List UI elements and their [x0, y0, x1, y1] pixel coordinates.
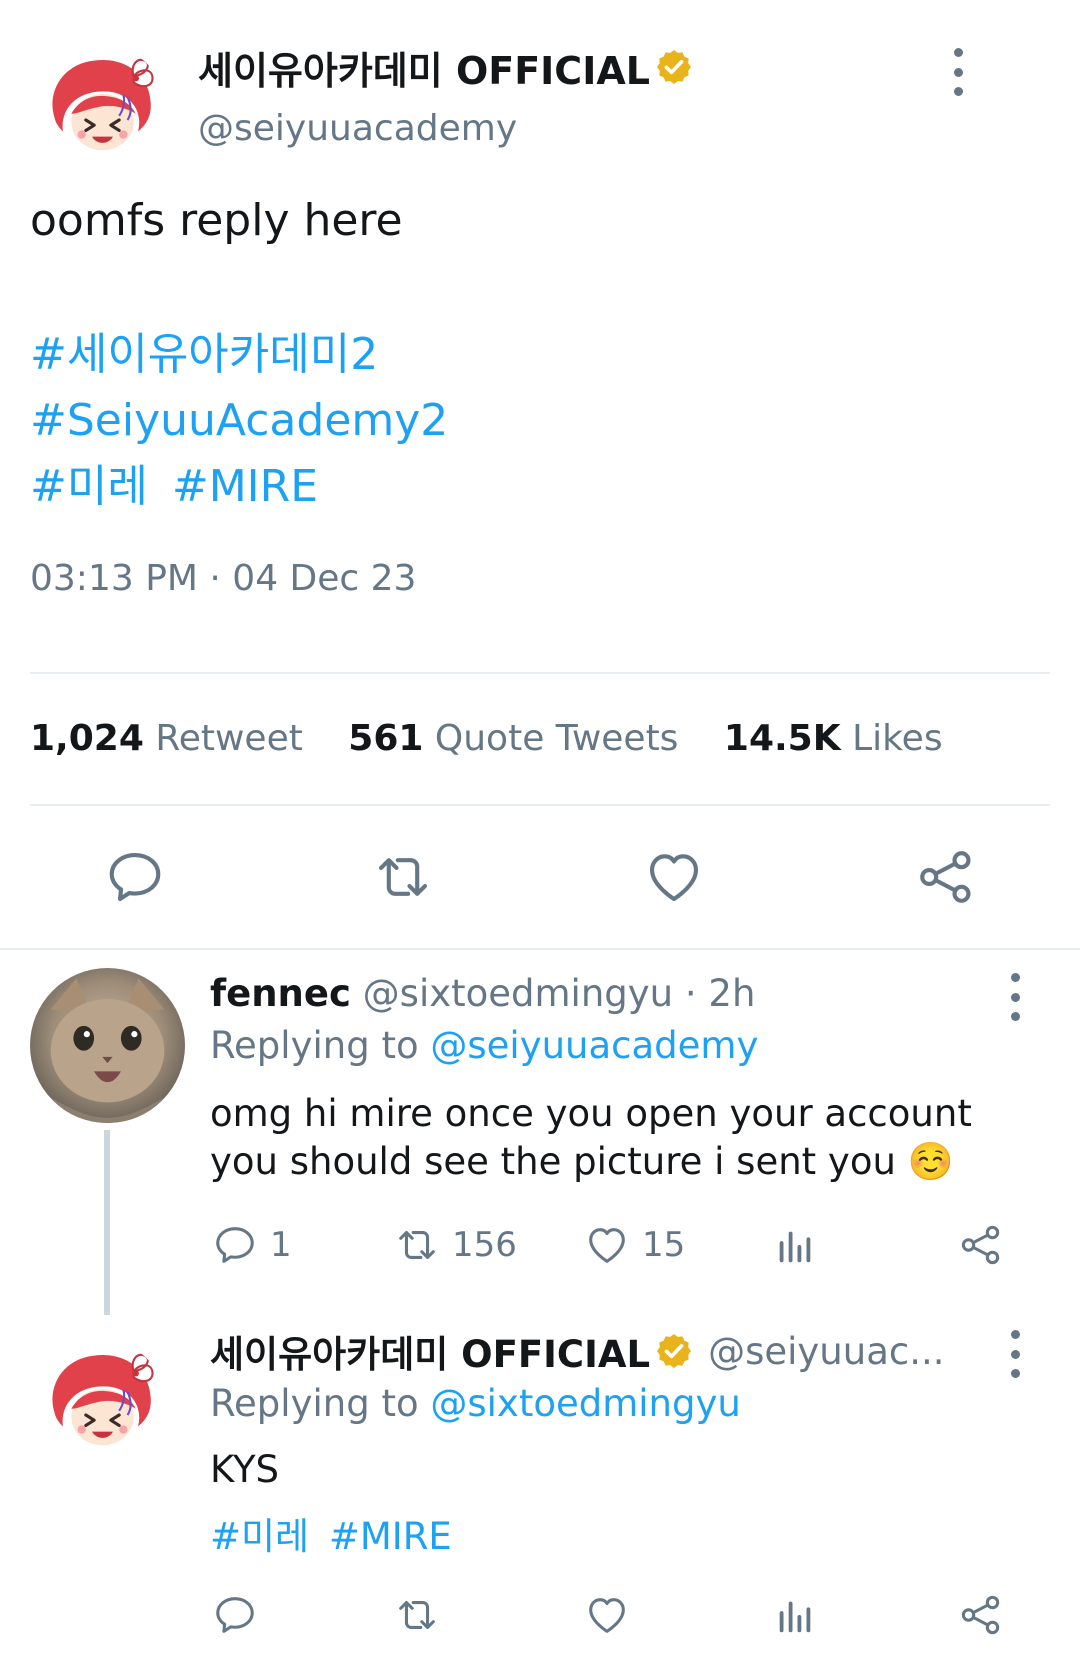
retweet-icon[interactable]: [372, 846, 434, 908]
retweet-label: Retweet: [155, 718, 303, 759]
replying-to-handle[interactable]: @sixtoedmingyu: [430, 1382, 740, 1425]
like-icon: [584, 1222, 630, 1268]
like-icon[interactable]: [643, 846, 705, 908]
replying-label: Replying to: [210, 1024, 419, 1067]
quote-stat[interactable]: 561 Quote Tweets: [348, 718, 690, 759]
reply-count: 1: [270, 1225, 292, 1265]
main-tweet-handle[interactable]: @seiyuuacademy: [198, 108, 517, 149]
more-icon[interactable]: [1007, 973, 1023, 1021]
hashtag[interactable]: #SeiyuuAcademy2: [30, 395, 448, 446]
more-icon[interactable]: [1007, 1330, 1023, 1378]
retweet-stat[interactable]: 1,024 Retweet: [30, 718, 314, 759]
reply-handle[interactable]: @sixtoedmingyu: [363, 972, 673, 1015]
retweet-icon: [394, 1222, 440, 1268]
main-tweet-text: oomfs reply here: [30, 195, 403, 246]
thread-line: [104, 1130, 110, 1315]
share-icon[interactable]: [915, 846, 977, 908]
reply-header: fennec @sixtoedmingyu · 2h: [210, 972, 755, 1015]
hashtag[interactable]: #미레: [210, 1515, 309, 1558]
hashtag[interactable]: #MIRE: [329, 1515, 452, 1558]
retweet-count: 1,024: [30, 718, 144, 759]
share-icon[interactable]: [958, 1592, 1004, 1638]
share-icon[interactable]: [958, 1222, 1004, 1268]
reply-icon: [212, 1222, 258, 1268]
main-tweet-avatar[interactable]: [40, 45, 165, 170]
main-tweet-stats: 1,024 Retweet 561 Quote Tweets 14.5K Lik…: [30, 718, 943, 759]
like-label: Likes: [852, 718, 943, 759]
main-tweet-display-name: 세이유아카데미 OFFICIAL: [198, 48, 650, 93]
divider: [30, 804, 1050, 806]
hashtag[interactable]: #미레: [30, 461, 148, 512]
analytics-icon[interactable]: [772, 1592, 818, 1638]
quote-label: Quote Tweets: [434, 718, 679, 759]
like-action[interactable]: 15: [584, 1222, 685, 1268]
reply-avatar[interactable]: [30, 968, 185, 1123]
verified-badge-icon: [654, 1331, 694, 1371]
reply-hashtags: #미레 #MIRE: [210, 1506, 452, 1560]
reply-action[interactable]: 1: [212, 1222, 292, 1268]
like-count: 14.5K: [723, 718, 841, 759]
reply-handle[interactable]: @seiyuuac...: [708, 1330, 944, 1373]
like-icon[interactable]: [584, 1592, 630, 1638]
retweet-action[interactable]: 156: [394, 1222, 517, 1268]
reply-display-name[interactable]: fennec: [210, 972, 351, 1015]
hashtag[interactable]: #세이유아카데미2: [30, 329, 378, 380]
replying-to: Replying to @sixtoedmingyu: [210, 1382, 741, 1425]
retweet-count: 156: [452, 1225, 517, 1265]
reply-display-name[interactable]: 세이유아카데미 OFFICIAL: [210, 1324, 650, 1378]
reply-time: · 2h: [684, 972, 756, 1015]
replying-to: Replying to @seiyuuacademy: [210, 1024, 758, 1067]
retweet-icon[interactable]: [394, 1592, 440, 1638]
reply-icon[interactable]: [104, 846, 166, 908]
main-tweet-timestamp: 03:13 PM · 04 Dec 23: [30, 558, 417, 599]
quote-count: 561: [348, 718, 424, 759]
reply-avatar[interactable]: [40, 1340, 165, 1465]
hashtag[interactable]: #MIRE: [172, 461, 318, 512]
verified-badge-icon: [654, 47, 694, 87]
reply-icon[interactable]: [212, 1592, 258, 1638]
more-icon[interactable]: [950, 48, 966, 96]
like-stat[interactable]: 14.5K Likes: [724, 718, 943, 759]
divider: [0, 948, 1080, 950]
reply-header: 세이유아카데미 OFFICIAL @seiyuuac...: [210, 1324, 945, 1378]
replying-to-handle[interactable]: @seiyuuacademy: [430, 1024, 758, 1067]
like-count: 15: [642, 1225, 686, 1265]
reply-text: omg hi mire once you open your account y…: [210, 1092, 972, 1183]
reply-text: KYS: [210, 1448, 280, 1491]
divider: [30, 672, 1050, 674]
main-tweet-hashtags: #세이유아카데미2 #SeiyuuAcademy2 #미레 #MIRE: [30, 322, 448, 520]
main-tweet-author[interactable]: 세이유아카데미 OFFICIAL: [198, 42, 694, 93]
replying-label: Replying to: [210, 1382, 419, 1425]
analytics-icon[interactable]: [772, 1222, 818, 1268]
